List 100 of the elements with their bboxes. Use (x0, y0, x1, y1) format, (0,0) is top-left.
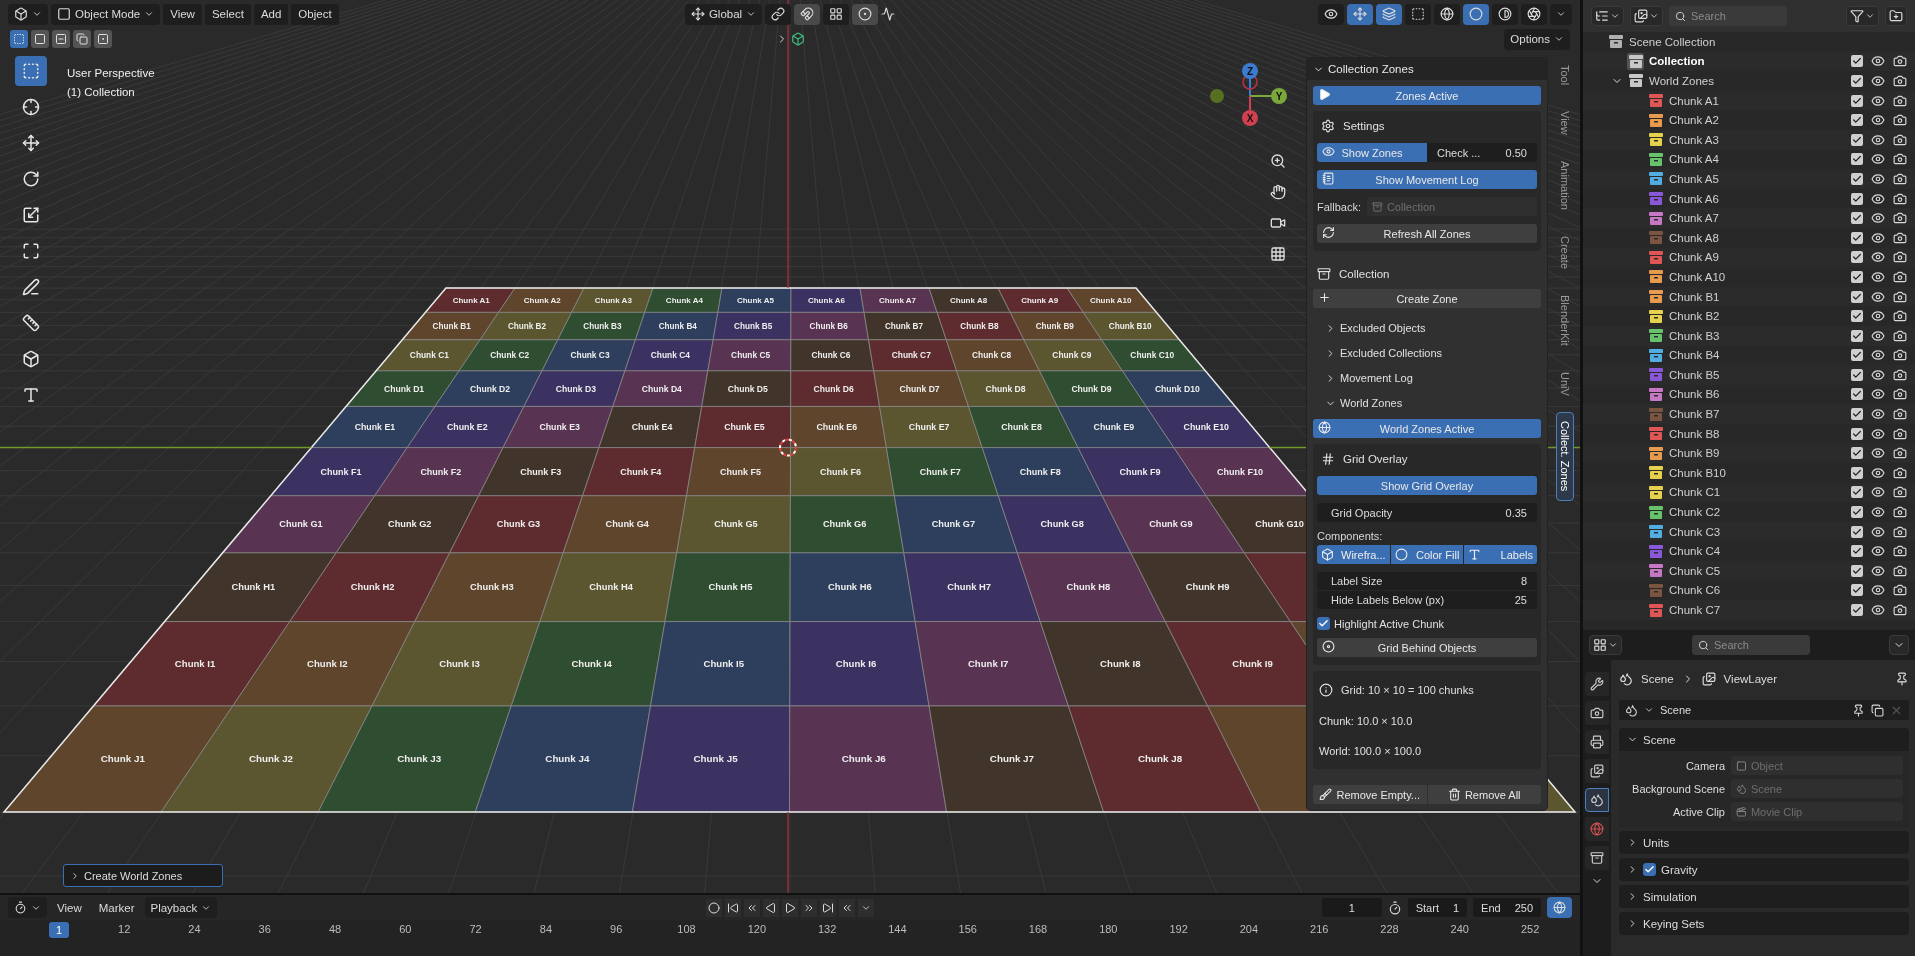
sidebar-tab[interactable]: Collect. Zones (1556, 412, 1574, 501)
chunk-label: Chunk C6 (811, 350, 851, 361)
chunk-label: Chunk H7 (947, 581, 991, 593)
chunk-label: Chunk F2 (420, 466, 462, 477)
component-toggle[interactable]: Labels (1464, 545, 1537, 564)
menu-item[interactable]: Add (253, 3, 289, 25)
sidebar-tab[interactable]: Create (1556, 226, 1574, 278)
fallback-field[interactable]: Collection (1367, 197, 1537, 216)
playhead[interactable]: 1 (49, 922, 69, 938)
orientation-dropdown[interactable]: Global (684, 3, 763, 25)
scene-field[interactable]: Scene (1660, 704, 1846, 716)
chunk-label: Chunk E3 (539, 422, 580, 432)
end-frame-field[interactable]: End 250 (1473, 898, 1541, 917)
frame-number: 60 (398, 923, 413, 937)
frame-number: 120 (746, 923, 767, 937)
check-interval-field[interactable]: Check ... 0.50 (1427, 143, 1537, 162)
section-header[interactable]: Simulation (1619, 885, 1909, 908)
property-field[interactable]: Scene (1750, 782, 1898, 795)
menu-item[interactable]: Select (204, 3, 251, 25)
sidebar-tab[interactable]: BlenderKit (1556, 285, 1574, 355)
show-grid-toggle[interactable]: Show Grid Overlay (1317, 476, 1537, 495)
property-field[interactable]: Object (1731, 756, 1903, 775)
sidebar-tab[interactable]: UniV (1556, 362, 1574, 405)
section-header[interactable]: Keying Sets (1619, 912, 1909, 935)
frame-number: 24 (187, 923, 202, 937)
playback-dropdown[interactable]: Playback (144, 897, 218, 918)
fallback-field[interactable]: Collection (1386, 200, 1532, 213)
chunk-label: Chunk A7 (879, 296, 917, 306)
section-header[interactable]: Scene (1619, 728, 1909, 751)
frame-number: 96 (609, 923, 624, 937)
frame-number: 228 (1379, 923, 1400, 937)
field-label: Fallback: (1317, 200, 1362, 213)
menu-item[interactable]: Object (291, 3, 339, 25)
chunk-label: Chunk B8 (960, 322, 999, 332)
chunk-label: Chunk C8 (972, 350, 1012, 361)
subpanel-header[interactable]: World Zones (1313, 393, 1541, 413)
section-header[interactable]: Gravity (1619, 858, 1909, 881)
subpanel-header[interactable]: Movement Log (1313, 368, 1541, 388)
chunk-label: Chunk D10 (1154, 383, 1200, 394)
property-field[interactable]: Movie Clip (1731, 802, 1903, 821)
create-zone-button[interactable]: Create Zone (1313, 289, 1541, 308)
chunk-label: Chunk B9 (1035, 322, 1074, 332)
chunk-label: Chunk D9 (1071, 383, 1112, 394)
chunk-label: Chunk H4 (589, 581, 634, 593)
chunk-label: Chunk G1 (279, 519, 323, 530)
breadcrumb-item: Scene (1641, 673, 1674, 685)
search-field[interactable]: Search (1691, 10, 1781, 22)
search-field[interactable]: Search (1669, 6, 1787, 26)
chunk-label: Chunk C7 (891, 350, 931, 361)
property-field[interactable]: Object (1750, 759, 1898, 772)
section-title: Grid Overlay (1343, 453, 1408, 465)
search-field[interactable]: Search (1692, 635, 1810, 655)
sidebar-tab[interactable]: View (1556, 102, 1574, 144)
component-toggle[interactable]: Wirefra... (1317, 545, 1390, 564)
search-field[interactable]: Search (1714, 639, 1804, 651)
chunk-label: Chunk B5 (734, 322, 773, 332)
current-frame-field[interactable]: 1 (1321, 898, 1382, 917)
options-dropdown[interactable]: Options (1504, 28, 1570, 50)
scene-field[interactable]: Scene (1619, 700, 1909, 720)
property-field[interactable]: Movie Clip (1750, 805, 1898, 818)
menu-item[interactable]: Marker (91, 897, 142, 918)
chunk-label: Chunk D7 (899, 383, 940, 394)
grid-behind-toggle[interactable]: Grid Behind Objects (1317, 638, 1537, 657)
footer-button[interactable]: Remove Empty... (1313, 785, 1427, 804)
chunk-label: Chunk I1 (174, 657, 216, 669)
chunk-label: Chunk E7 (908, 422, 950, 432)
hide-labels-field[interactable]: Hide Labels Below (px) 25 (1317, 591, 1537, 609)
label-size-field[interactable]: Label Size 8 (1317, 572, 1537, 590)
chunk-label: Chunk G6 (823, 519, 867, 530)
property-field[interactable]: Scene (1731, 779, 1903, 798)
chunk-label: Chunk E9 (1093, 422, 1135, 432)
zones-active-button[interactable]: Zones Active (1313, 86, 1541, 105)
redo-panel-header[interactable]: Create World Zones (63, 864, 223, 887)
sidebar-tab[interactable]: Animation (1556, 151, 1574, 219)
frame-number: 132 (816, 923, 838, 937)
chunk-label: Chunk C5 (731, 350, 771, 361)
footer-button[interactable]: Remove All (1427, 785, 1541, 804)
chunk-label: Chunk J3 (397, 752, 442, 764)
mode-dropdown[interactable]: Object Mode (51, 3, 161, 25)
show-zones-toggle[interactable]: Show Zones (1317, 143, 1427, 162)
menu-item[interactable]: View (50, 897, 89, 918)
world-zones-active-button[interactable]: World Zones Active (1313, 419, 1541, 438)
section-title: Settings (1343, 120, 1385, 132)
chunk-label: Chunk G8 (1040, 519, 1084, 530)
section-header[interactable]: Units (1619, 831, 1909, 854)
movement-log-toggle[interactable]: Show Movement Log (1317, 170, 1537, 189)
subpanel-header[interactable]: Excluded Objects (1313, 318, 1541, 338)
refresh-button[interactable]: Refresh All Zones (1317, 224, 1537, 243)
component-toggle[interactable]: Color Fill (1390, 545, 1464, 564)
subpanel-header[interactable]: Excluded Collections (1313, 343, 1541, 363)
opacity-field[interactable]: Grid Opacity 0.35 (1317, 503, 1537, 522)
chunk-label: Chunk A6 (807, 296, 845, 306)
chunk-label: Chunk B4 (658, 322, 697, 332)
start-frame-field[interactable]: Start 1 (1407, 898, 1468, 917)
navigation-gizmo[interactable]: Z Y X (1210, 63, 1287, 126)
chunk-label: Chunk I5 (703, 657, 745, 669)
menu-item[interactable]: View (163, 3, 202, 25)
chunk-label: Chunk B10 (1108, 322, 1152, 332)
chunk-label: Chunk B3 (583, 322, 622, 332)
sidebar-tab[interactable]: Tool (1556, 56, 1574, 95)
